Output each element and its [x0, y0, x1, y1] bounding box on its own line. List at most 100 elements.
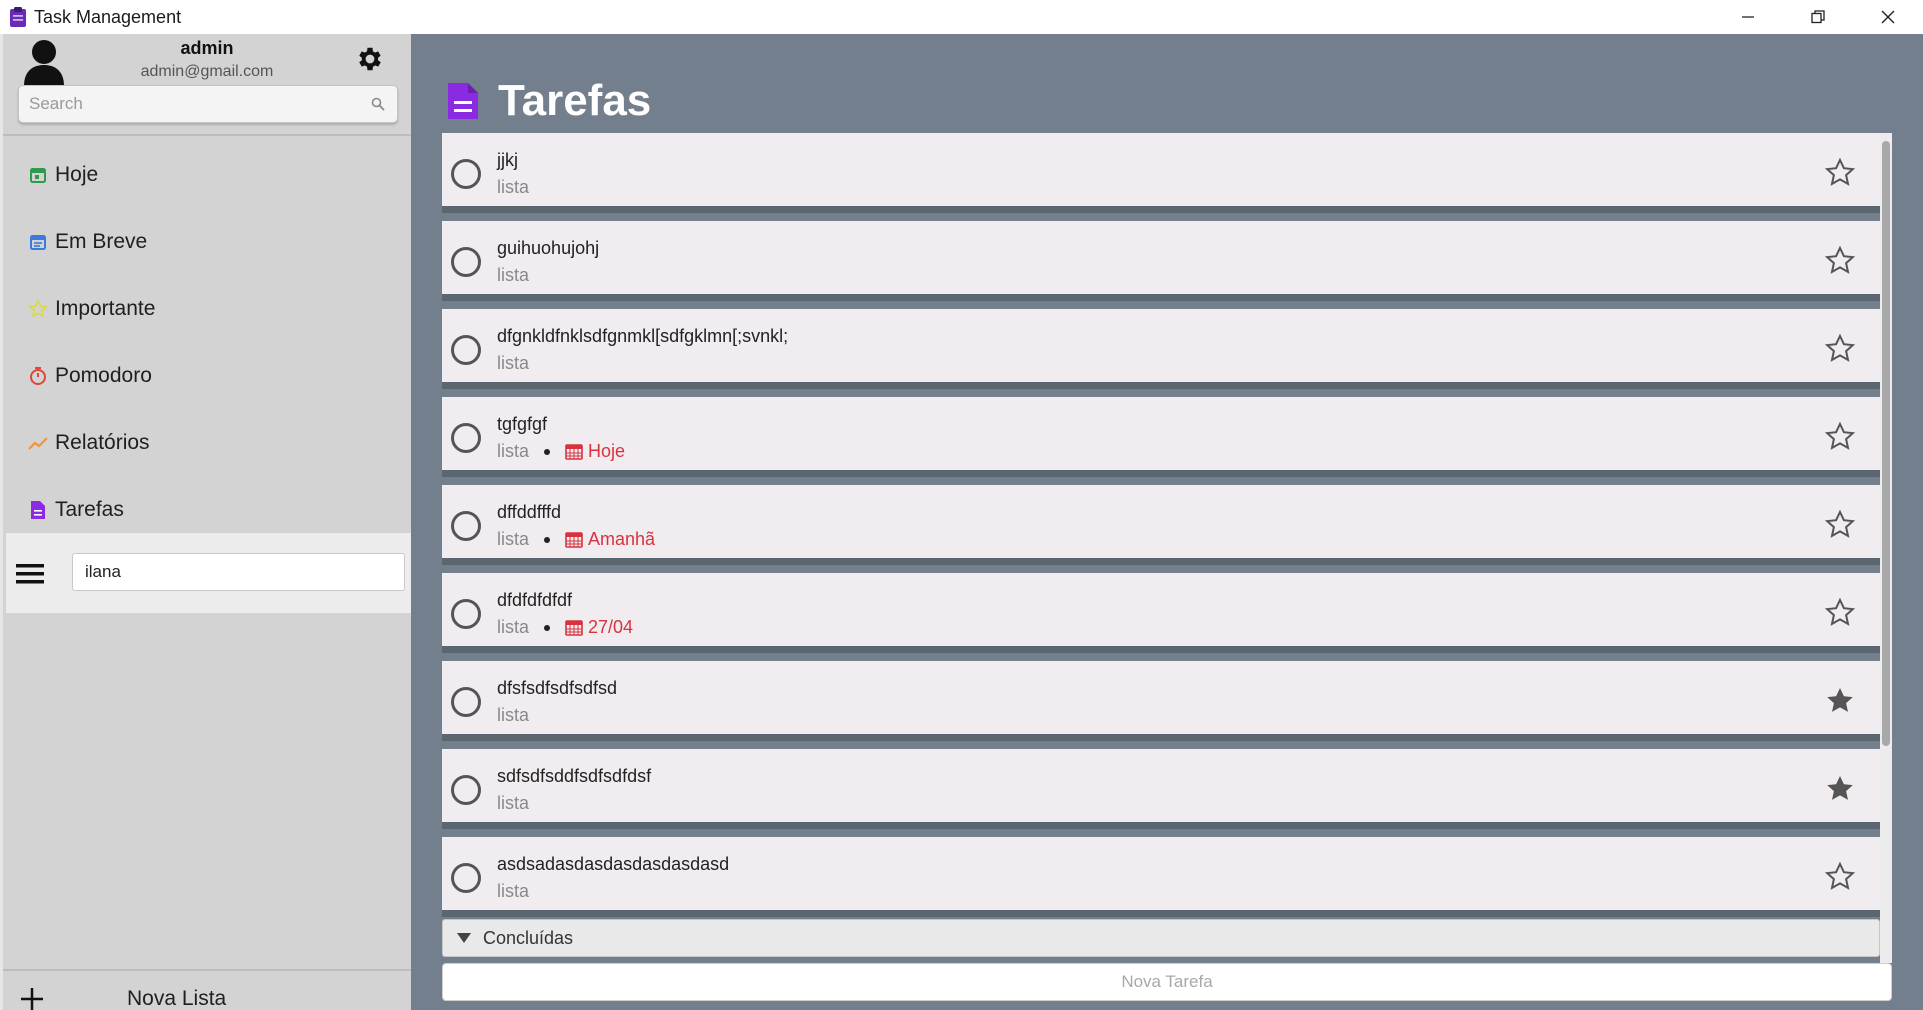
- close-icon: [1881, 10, 1895, 24]
- task-row[interactable]: jjkj lista: [442, 133, 1880, 213]
- star-filled-icon[interactable]: [1824, 685, 1856, 717]
- new-task-field: [442, 963, 1892, 1001]
- complete-checkbox[interactable]: [451, 599, 481, 629]
- task-list-name: lista: [497, 353, 530, 373]
- complete-checkbox[interactable]: [451, 511, 481, 541]
- close-button[interactable]: [1853, 0, 1923, 34]
- task-meta: lista Amanhã: [497, 529, 655, 550]
- divider: [3, 134, 411, 136]
- complete-checkbox[interactable]: [451, 247, 481, 277]
- document-icon: [27, 499, 49, 521]
- complete-checkbox[interactable]: [451, 775, 481, 805]
- task-title: guihuohujohj: [497, 238, 600, 258]
- task-row[interactable]: tgfgfgf lista Hoje: [442, 397, 1880, 477]
- star-outline-icon[interactable]: [1824, 157, 1856, 189]
- search-icon: [371, 97, 385, 111]
- complete-checkbox[interactable]: [451, 687, 481, 717]
- user-email: admin@gmail.com: [140, 63, 274, 80]
- task-row[interactable]: asdsadasdasdasdasdasdasd lista: [442, 837, 1880, 917]
- completed-section-toggle[interactable]: Concluídas: [442, 919, 1880, 957]
- clipboard-icon: [8, 6, 28, 28]
- task-list-name: lista: [497, 617, 530, 637]
- search-box: [18, 85, 398, 123]
- calendar-icon: [565, 532, 583, 548]
- sidebar-item-label: Em Breve: [55, 229, 148, 253]
- sidebar-item-relatorios[interactable]: Relatórios: [3, 409, 411, 476]
- star-outline-icon[interactable]: [1824, 509, 1856, 541]
- star-outline-icon[interactable]: [1824, 421, 1856, 453]
- hamburger-menu-icon[interactable]: [16, 563, 44, 585]
- task-meta: lista: [497, 793, 529, 814]
- list-item-editor: [6, 533, 411, 613]
- triangle-down-icon: [457, 933, 471, 943]
- complete-checkbox[interactable]: [451, 423, 481, 453]
- minimize-button[interactable]: [1713, 0, 1783, 34]
- task-row[interactable]: guihuohujohj lista: [442, 221, 1880, 301]
- calendar-icon: [565, 444, 583, 460]
- complete-checkbox[interactable]: [451, 159, 481, 189]
- sidebar-item-hoje[interactable]: Hoje: [3, 141, 411, 208]
- sidebar-item-label: Importante: [55, 296, 156, 320]
- window-title: Task Management: [34, 6, 182, 27]
- complete-checkbox[interactable]: [451, 335, 481, 365]
- page-header: Tarefas: [446, 76, 651, 126]
- sidebar-item-em-breve[interactable]: Em Breve: [3, 208, 411, 275]
- task-row[interactable]: sdfsdfsddfsdfsdfdsf lista: [442, 749, 1880, 829]
- task-meta: lista: [497, 705, 529, 726]
- task-title: dfsfsdfsdfsdfsd: [497, 678, 618, 698]
- document-icon: [448, 83, 478, 119]
- new-task-input[interactable]: [443, 964, 1891, 1000]
- new-list-button[interactable]: Nova Lista: [3, 969, 411, 1010]
- task-meta: lista: [497, 177, 529, 198]
- user-area: admin admin@gmail.com: [3, 34, 411, 134]
- due-date-label: 27/04: [588, 617, 634, 637]
- complete-checkbox[interactable]: [451, 863, 481, 893]
- task-row[interactable]: dfgnkldfnklsdfgnmkl[sdfgklmn[;svnkl; list…: [442, 309, 1880, 389]
- restore-button[interactable]: [1783, 0, 1853, 34]
- star-outline-icon[interactable]: [1824, 861, 1856, 893]
- star-outline-icon: [27, 298, 49, 320]
- task-title: sdfsdfsddfsdfsdfdsf: [497, 766, 652, 786]
- task-title: dfgnkldfnklsdfgnmkl[sdfgklmn[;svnkl;: [497, 326, 789, 346]
- task-title: tgfgfgf: [497, 414, 548, 434]
- task-list: jjkj lista guihuohujohj lista dfgnkldfnklsdf…: [442, 133, 1892, 963]
- title-bar: Task Management: [0, 0, 1923, 34]
- calendar-today-icon: [27, 164, 49, 186]
- task-meta: lista: [497, 353, 529, 374]
- plus-icon: [21, 988, 43, 1010]
- task-list-name: lista: [497, 177, 530, 197]
- task-meta: lista: [497, 881, 529, 902]
- due-date-label: Hoje: [588, 441, 626, 461]
- task-meta: lista 27/04: [497, 617, 633, 638]
- timer-icon: [27, 365, 49, 387]
- search-input[interactable]: [19, 86, 349, 122]
- restore-icon: [1811, 10, 1825, 24]
- sidebar-item-pomodoro[interactable]: Pomodoro: [3, 342, 411, 409]
- calendar-upcoming-icon: [27, 231, 49, 253]
- task-meta: lista: [497, 265, 529, 286]
- task-list-name: lista: [497, 441, 530, 461]
- sidebar-item-label: Hoje: [55, 162, 99, 186]
- star-filled-icon[interactable]: [1824, 773, 1856, 805]
- scrollbar-thumb[interactable]: [1882, 141, 1890, 746]
- task-list-name: lista: [497, 265, 530, 285]
- trend-icon: [27, 432, 49, 454]
- star-outline-icon[interactable]: [1824, 333, 1856, 365]
- task-row[interactable]: dfsfsdfsdfsdfsd lista: [442, 661, 1880, 741]
- star-outline-icon[interactable]: [1824, 245, 1856, 277]
- page-title: Tarefas: [498, 76, 652, 125]
- new-list-label: Nova Lista: [127, 987, 227, 1010]
- list-name-input[interactable]: [73, 554, 404, 590]
- task-list-name: lista: [497, 529, 530, 549]
- task-row[interactable]: dfdfdfdfdf lista 27/04: [442, 573, 1880, 653]
- sidebar-item-label: Relatórios: [55, 430, 150, 454]
- scrollbar[interactable]: [1880, 133, 1892, 963]
- gear-icon[interactable]: [355, 44, 385, 74]
- sidebar-item-importante[interactable]: Importante: [3, 275, 411, 342]
- star-outline-icon[interactable]: [1824, 597, 1856, 629]
- user-name: admin: [180, 38, 234, 58]
- calendar-icon: [565, 620, 583, 636]
- task-list-name: lista: [497, 881, 530, 901]
- sidebar-nav: Hoje Em Breve Importante Pomodoro Relató…: [3, 141, 411, 543]
- task-row[interactable]: dffddfffd lista Amanhã: [442, 485, 1880, 565]
